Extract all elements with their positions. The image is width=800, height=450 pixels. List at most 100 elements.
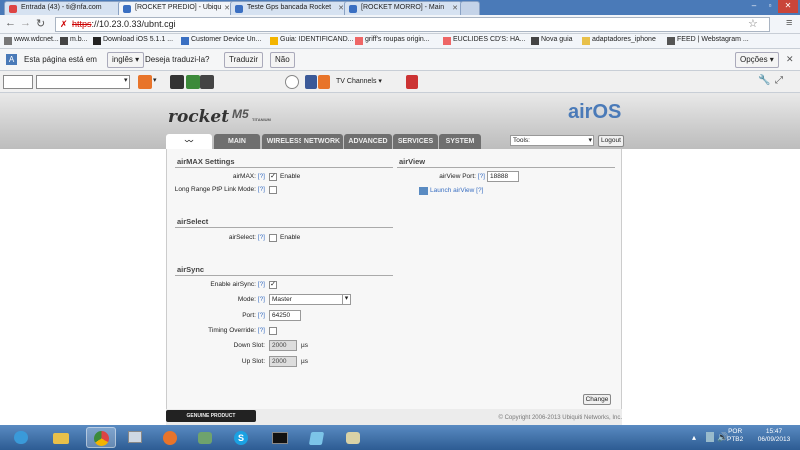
bookmark-item[interactable]: EUCLIDES CD'S: HA... — [443, 36, 526, 45]
back-icon[interactable]: ← — [5, 17, 16, 29]
app-icon[interactable] — [302, 427, 332, 448]
trash-icon[interactable] — [406, 75, 418, 89]
help-link[interactable]: [?] — [476, 187, 483, 194]
people-icon[interactable] — [190, 427, 220, 448]
help-link[interactable]: [?] — [258, 173, 265, 180]
airselect-checkbox[interactable] — [269, 234, 277, 242]
paint-icon[interactable] — [338, 427, 368, 448]
device-variant: TITANIUM — [252, 117, 271, 122]
facebook-icon[interactable] — [305, 75, 317, 89]
browser-tab-rocket-morro[interactable]: [ROCKET MORRO] - Main ✕ — [344, 1, 462, 15]
reload-icon[interactable]: ↻ — [36, 17, 45, 30]
chrome-icon[interactable] — [86, 427, 116, 448]
translate-button[interactable]: Traduzir — [224, 52, 264, 68]
tab-services[interactable]: SERVICES — [393, 134, 438, 149]
network-status-icon[interactable] — [706, 432, 714, 442]
maximize-icon[interactable]: ▫ — [762, 0, 778, 13]
main-content: airMAX Settings airMAX: [?] ✓ Enable Lon… — [166, 149, 622, 409]
radio-icon[interactable] — [200, 75, 214, 89]
down-slot-unit: µs — [301, 342, 308, 349]
close-icon[interactable]: ✕ — [452, 4, 458, 12]
bookmark-item[interactable]: Download iOS 5.1.1 ... — [93, 36, 173, 45]
help-link[interactable]: [?] — [478, 173, 485, 180]
window-close-icon[interactable]: ✕ — [778, 0, 798, 13]
ie-icon[interactable] — [6, 427, 36, 448]
browser-tab-rocket-predio[interactable]: [ROCKET PREDIO] - Ubiqu ✕ — [118, 1, 234, 15]
tools-select[interactable]: Tools: ▾ — [510, 135, 594, 146]
tv-channels-menu[interactable]: TV Channels ▾ — [336, 77, 382, 85]
new-tab-button[interactable] — [460, 1, 480, 15]
input-language[interactable]: POR PTB2 — [727, 428, 743, 444]
forward-icon[interactable]: → — [20, 17, 31, 29]
airview-port-label: airView Port: [?] — [439, 173, 485, 180]
airview-port-input[interactable]: 18888 — [487, 171, 519, 182]
airmax-label: airMAX: [?] — [232, 173, 265, 180]
browser-tab-gmail[interactable]: Entrada (43) - ti@nfa.com ✕ — [4, 1, 130, 15]
options-button[interactable]: Opções ▾ — [735, 52, 779, 68]
globe-icon[interactable] — [285, 75, 299, 89]
terminal-icon[interactable] — [265, 427, 295, 448]
page-icon — [443, 37, 451, 45]
ptp-checkbox[interactable] — [269, 186, 277, 194]
media-icon[interactable] — [170, 75, 184, 89]
bookmark-item[interactable]: griff's roupas origin... — [355, 36, 430, 45]
up-slot-label: Up Slot: — [241, 358, 265, 365]
help-link[interactable]: [?] — [258, 186, 265, 193]
down-slot-input[interactable]: 2000 — [269, 340, 297, 351]
play-icon[interactable] — [186, 75, 200, 89]
toolbar-search-input[interactable] — [36, 75, 130, 89]
bookmark-item[interactable]: Nova guia — [531, 36, 573, 45]
expand-icon[interactable]: ⤢ — [775, 75, 783, 86]
timing-override-checkbox[interactable] — [269, 327, 277, 335]
bookmark-item[interactable]: Customer Device Un... — [181, 36, 261, 45]
folder-icon — [582, 37, 590, 45]
help-link[interactable]: [?] — [258, 327, 265, 334]
help-link[interactable]: [?] — [258, 296, 265, 303]
close-translate-icon[interactable]: ✕ — [786, 54, 794, 65]
tv-icon[interactable] — [318, 75, 330, 89]
change-button[interactable]: Change — [583, 394, 611, 405]
language-select[interactable]: inglês ▾ — [107, 52, 145, 68]
help-link[interactable]: [?] — [258, 281, 265, 288]
bookmark-star-icon[interactable]: ☆ — [748, 17, 758, 30]
page-area: rocket M5 TITANIUM airOS 〰 MAIN WIRELESS… — [0, 93, 800, 425]
chevron-down-icon[interactable]: ▾ — [124, 76, 128, 84]
wrench-icon[interactable]: 🔧 — [758, 75, 770, 86]
no-translate-button[interactable]: Não — [270, 52, 295, 68]
minimize-icon[interactable]: – — [746, 0, 762, 13]
help-link[interactable]: [?] — [258, 312, 265, 319]
folder-icon[interactable] — [46, 427, 76, 448]
page-icon — [270, 37, 278, 45]
airsync-enable-checkbox[interactable]: ✓ — [269, 281, 277, 289]
firefox-icon[interactable] — [155, 427, 185, 448]
tab-main[interactable]: MAIN — [214, 134, 260, 149]
airmax-checkbox[interactable]: ✓ — [269, 173, 277, 181]
up-slot-input[interactable]: 2000 — [269, 356, 297, 367]
tray-arrow-icon[interactable]: ▴ — [692, 433, 696, 442]
airsync-port-input[interactable]: 64250 — [269, 310, 301, 321]
bookmark-item[interactable]: Guia: IDENTIFICAND... — [270, 36, 354, 45]
help-link[interactable]: [?] — [258, 234, 265, 241]
launch-airview-link[interactable]: Launch airView [?] — [430, 187, 483, 194]
airsync-mode-select[interactable]: Master ▾ — [269, 294, 351, 305]
browser-tab-teste-gps[interactable]: Teste Gps bancada Rocket ✕ — [230, 1, 348, 15]
menu-icon[interactable]: ≡ — [786, 17, 792, 29]
bookmark-item[interactable]: FEED | Webstagram ... — [667, 36, 749, 45]
chevron-down-icon[interactable]: ▾ — [153, 76, 157, 84]
bookmark-item[interactable]: m.b... — [60, 36, 88, 45]
page-icon — [667, 37, 675, 45]
bookmark-item[interactable]: www.wdcnet... — [4, 36, 59, 45]
network-icon[interactable] — [120, 427, 150, 448]
addon-logo-icon[interactable] — [3, 75, 33, 89]
clock[interactable]: 15:47 06/09/2013 — [752, 428, 796, 444]
footer-bar: GENUINE PRODUCT © Copyright 2006-2013 Ub… — [166, 409, 622, 425]
tab-ubnt-logo[interactable]: 〰 — [166, 134, 212, 149]
skype-icon[interactable]: S — [226, 427, 256, 448]
tab-system[interactable]: SYSTEM — [439, 134, 481, 149]
address-bar[interactable]: ✗ https://10.23.0.33/ubnt.cgi — [55, 17, 770, 32]
bookmark-item[interactable]: adaptadores_iphone — [582, 36, 656, 45]
logout-button[interactable]: Logout — [598, 135, 624, 147]
search-icon[interactable] — [138, 75, 152, 89]
tab-network[interactable]: NETWORK — [301, 134, 343, 149]
tab-advanced[interactable]: ADVANCED — [344, 134, 392, 149]
